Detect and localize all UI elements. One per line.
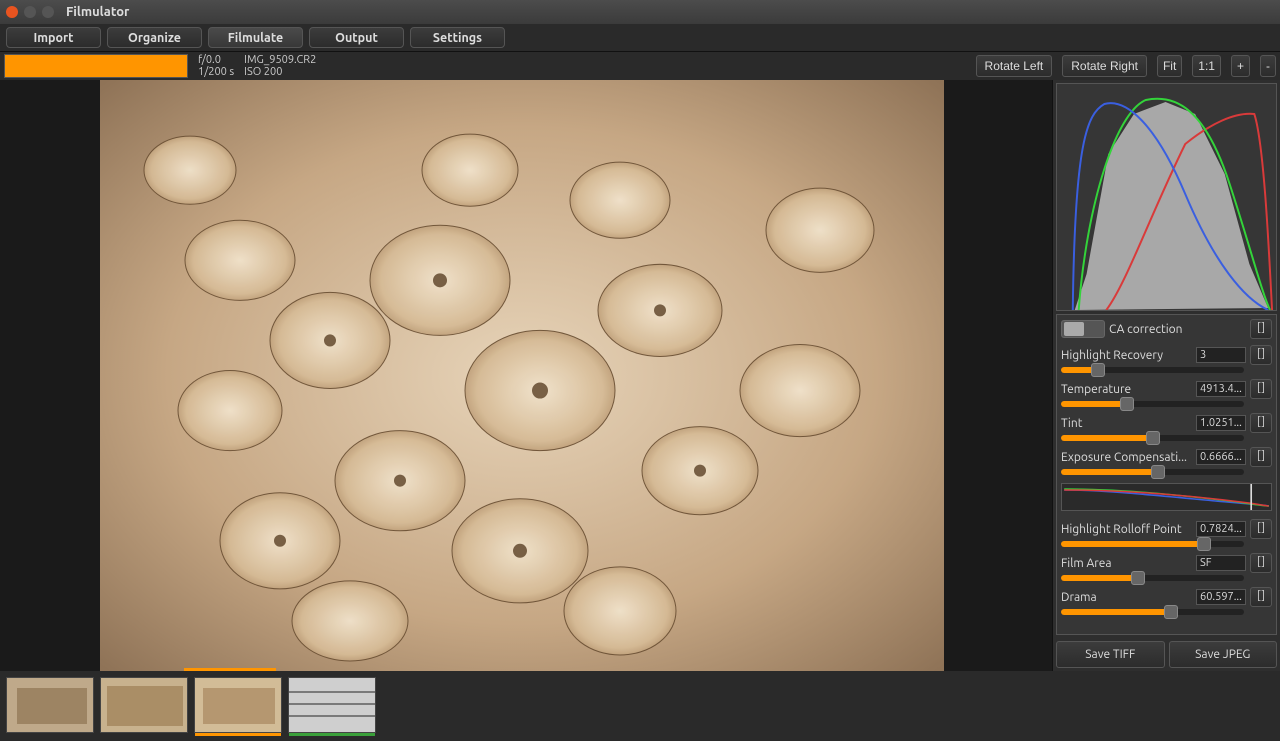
rotate-right-button[interactable]: Rotate Right [1062,55,1147,77]
cache-indicator [184,668,276,671]
slider[interactable] [1061,575,1244,581]
param-highlight-recovery: Highlight Recovery 3 [] [1061,345,1272,373]
save-jpeg-button[interactable]: Save JPEG [1169,641,1278,668]
slider[interactable] [1061,401,1244,407]
param-value[interactable]: 0.7824... [1196,521,1246,537]
main-tabs: Import Organize Filmulate Output Setting… [0,24,1280,52]
tab-import[interactable]: Import [6,27,101,48]
param-drama: Drama 60.597... [] [1061,587,1272,615]
reset-button[interactable]: [] [1250,553,1272,573]
one-to-one-button[interactable]: 1:1 [1192,55,1221,77]
filename: IMG_9509.CR2 [244,54,316,66]
tab-output[interactable]: Output [309,27,404,48]
param-highlight-rolloff: Highlight Rolloff Point 0.7824... [] [1061,519,1272,547]
param-value[interactable]: 4913.4... [1196,381,1246,397]
tab-filmulate[interactable]: Filmulate [208,27,303,48]
param-ca-correction: CA correction [] [1061,319,1272,339]
window-title: Filmulator [66,5,129,19]
save-buttons: Save TIFF Save JPEG [1056,641,1277,668]
param-label: Film Area [1061,557,1192,570]
param-label: CA correction [1109,323,1246,336]
titlebar: Filmulator [0,0,1280,24]
rotate-left-button[interactable]: Rotate Left [976,55,1053,77]
progress-bar [4,54,188,78]
image-canvas[interactable] [0,80,1052,671]
param-label: Highlight Recovery [1061,349,1192,362]
param-value[interactable]: SF [1196,555,1246,571]
reset-button[interactable]: [] [1250,345,1272,365]
save-tiff-button[interactable]: Save TIFF [1056,641,1165,668]
meta-exposure: f/0.0 1/200 s [198,54,234,78]
minimize-icon[interactable] [24,6,36,18]
slider[interactable] [1061,541,1244,547]
param-label: Drama [1061,591,1192,604]
slider[interactable] [1061,435,1244,441]
param-film-area: Film Area SF [] [1061,553,1272,581]
filmstrip[interactable] [0,671,1280,741]
zoom-out-button[interactable]: - [1260,55,1276,77]
reset-button[interactable]: [] [1250,447,1272,467]
param-value[interactable]: 3 [1196,347,1246,363]
aperture-value: f/0.0 [198,54,234,66]
reset-button[interactable]: [] [1250,587,1272,607]
thumbnail[interactable] [100,677,188,733]
param-tint: Tint 1.0251... [] [1061,413,1272,441]
reset-button[interactable]: [] [1250,379,1272,399]
histogram [1056,83,1277,311]
thumbnail[interactable] [6,677,94,733]
iso-value: ISO 200 [244,66,316,78]
shutter-value: 1/200 s [198,66,234,78]
param-label: Exposure Compensati... [1061,451,1192,464]
slider[interactable] [1061,469,1244,475]
reset-button[interactable]: [] [1250,413,1272,433]
close-icon[interactable] [6,6,18,18]
tab-organize[interactable]: Organize [107,27,202,48]
info-strip: f/0.0 1/200 s IMG_9509.CR2 ISO 200 Rotat… [0,52,1280,80]
param-exposure-compensation: Exposure Compensati... 0.6666... [] [1061,447,1272,475]
param-value[interactable]: 0.6666... [1196,449,1246,465]
reset-button[interactable]: [] [1250,519,1272,539]
param-value[interactable]: 60.597... [1196,589,1246,605]
fit-button[interactable]: Fit [1157,55,1182,77]
thumbnail[interactable] [288,677,376,733]
param-label: Tint [1061,417,1192,430]
ca-correction-toggle[interactable] [1061,320,1105,338]
slider[interactable] [1061,609,1244,615]
maximize-icon[interactable] [42,6,54,18]
meta-file: IMG_9509.CR2 ISO 200 [244,54,316,78]
tab-settings[interactable]: Settings [410,27,505,48]
param-list: CA correction [] Highlight Recovery 3 []… [1056,314,1277,635]
param-temperature: Temperature 4913.4... [] [1061,379,1272,407]
param-label: Highlight Rolloff Point [1061,523,1192,536]
preview-image [100,80,944,671]
param-label: Temperature [1061,383,1192,396]
thumbnail-selected[interactable] [194,677,282,733]
side-panel: CA correction [] Highlight Recovery 3 []… [1052,80,1280,671]
main-area: CA correction [] Highlight Recovery 3 []… [0,80,1280,671]
zoom-in-button[interactable]: + [1231,55,1250,77]
slider[interactable] [1061,367,1244,373]
reset-button[interactable]: [] [1250,319,1272,339]
mini-curves [1061,483,1272,511]
param-value[interactable]: 1.0251... [1196,415,1246,431]
